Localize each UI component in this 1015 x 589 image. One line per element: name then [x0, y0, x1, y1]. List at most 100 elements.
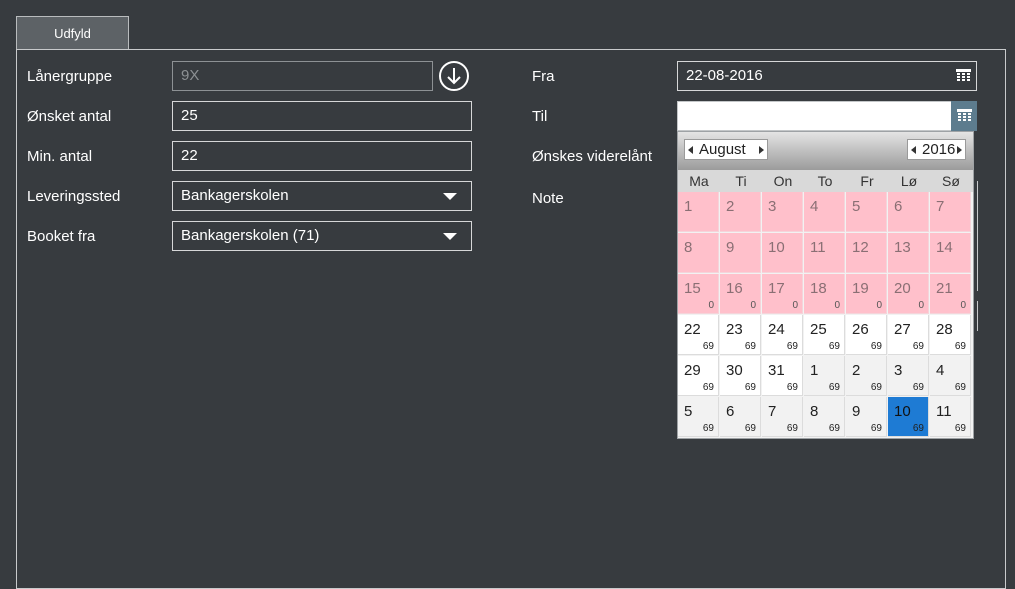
- calendar-day[interactable]: 24 69: [762, 315, 803, 355]
- download-button[interactable]: [439, 61, 469, 91]
- year-spinner[interactable]: 2016: [907, 139, 966, 160]
- calendar-day[interactable]: 14: [930, 233, 971, 273]
- day-number: 2: [852, 362, 861, 379]
- onsket-antal-label: Ønsket antal: [27, 108, 112, 125]
- weekday-label: Ti: [735, 173, 747, 189]
- min-antal-input[interactable]: 22: [172, 141, 472, 171]
- calendar-day[interactable]: 21 0: [930, 274, 971, 314]
- calendar-day[interactable]: 10: [762, 233, 803, 273]
- calendar-day[interactable]: 31 69: [762, 356, 803, 396]
- calendar-day[interactable]: 3: [762, 192, 803, 232]
- previous-year-icon[interactable]: [911, 146, 916, 154]
- calendar-day[interactable]: 27 69: [888, 315, 929, 355]
- fra-date-value: 22-08-2016: [686, 67, 763, 84]
- calendar-day[interactable]: 4 69: [930, 356, 971, 396]
- day-number: 15: [684, 280, 701, 297]
- calendar-day[interactable]: 7 69: [762, 397, 803, 437]
- tab-udfyld[interactable]: Udfyld: [16, 16, 129, 49]
- day-number: 9: [852, 403, 861, 420]
- day-availability-count: 0: [876, 300, 882, 311]
- booket-fra-select[interactable]: Bankagerskolen (71): [172, 221, 472, 251]
- field-edge[interactable]: [976, 301, 978, 331]
- min-antal-label: Min. antal: [27, 148, 93, 165]
- calendar-day-selected[interactable]: 10 69: [888, 397, 929, 437]
- chevron-down-icon: [443, 193, 457, 200]
- calendar-day[interactable]: 8 69: [804, 397, 845, 437]
- calendar-day[interactable]: 9 69: [846, 397, 887, 437]
- day-number: 8: [810, 403, 819, 420]
- calendar-day[interactable]: 11 69: [930, 397, 971, 437]
- fra-label: Fra: [532, 68, 555, 85]
- calendar-day[interactable]: 26 69: [846, 315, 887, 355]
- day-number: 13: [894, 239, 911, 256]
- day-number: 10: [768, 239, 785, 256]
- day-availability-count: 69: [702, 341, 714, 352]
- til-date-input[interactable]: [677, 101, 952, 131]
- calendar-day[interactable]: 8: [678, 233, 719, 273]
- lanergruppe-field: 9X: [172, 61, 433, 91]
- fra-date-input[interactable]: 22-08-2016: [677, 61, 977, 91]
- calendar-day[interactable]: 15 0: [678, 274, 719, 314]
- calendar-day[interactable]: 2 69: [846, 356, 887, 396]
- calendar-day[interactable]: 5 69: [678, 397, 719, 437]
- calendar-day[interactable]: 13: [888, 233, 929, 273]
- day-availability-count: 0: [792, 300, 798, 311]
- calendar-day[interactable]: 6 69: [720, 397, 761, 437]
- calendar-day[interactable]: 1: [678, 192, 719, 232]
- day-number: 7: [936, 198, 945, 215]
- day-availability-count: 69: [828, 423, 840, 434]
- leveringssted-value: Bankagerskolen: [181, 187, 289, 204]
- calendar-day[interactable]: 3 69: [888, 356, 929, 396]
- note-textarea-edge[interactable]: [976, 181, 978, 291]
- day-number: 8: [684, 239, 693, 256]
- day-number: 24: [768, 321, 785, 338]
- day-number: 28: [936, 321, 953, 338]
- day-availability-count: 69: [786, 423, 798, 434]
- day-number: 4: [936, 362, 945, 379]
- day-availability-count: 69: [912, 341, 924, 352]
- calendar-day[interactable]: 7: [930, 192, 971, 232]
- lanergruppe-label: Lånergruppe: [27, 68, 113, 85]
- month-spinner[interactable]: August: [684, 139, 768, 160]
- calendar-day[interactable]: 25 69: [804, 315, 845, 355]
- calendar-day[interactable]: 22 69: [678, 315, 719, 355]
- day-availability-count: 69: [702, 423, 714, 434]
- calendar-day[interactable]: 20 0: [888, 274, 929, 314]
- day-number: 18: [810, 280, 827, 297]
- calendar-day[interactable]: 6: [888, 192, 929, 232]
- next-year-icon[interactable]: [957, 146, 962, 154]
- calendar-day[interactable]: 12: [846, 233, 887, 273]
- calendar-day[interactable]: 19 0: [846, 274, 887, 314]
- leveringssted-select[interactable]: Bankagerskolen: [172, 181, 472, 211]
- day-number: 10: [894, 403, 911, 420]
- previous-month-icon[interactable]: [688, 146, 693, 154]
- weekday-label: Sø: [942, 173, 960, 189]
- day-availability-count: 69: [828, 341, 840, 352]
- calendar-day[interactable]: 5: [846, 192, 887, 232]
- day-availability-count: 69: [870, 341, 882, 352]
- calendar-icon[interactable]: [956, 69, 971, 83]
- day-availability-count: 0: [708, 300, 714, 311]
- next-month-icon[interactable]: [759, 146, 764, 154]
- calendar-day[interactable]: 16 0: [720, 274, 761, 314]
- day-number: 1: [684, 198, 693, 215]
- calendar-day[interactable]: 17 0: [762, 274, 803, 314]
- day-availability-count: 0: [834, 300, 840, 311]
- day-number: 19: [852, 280, 869, 297]
- calendar-day[interactable]: 4: [804, 192, 845, 232]
- calendar-day[interactable]: 2: [720, 192, 761, 232]
- weekday-label: On: [773, 173, 793, 189]
- calendar-day[interactable]: 11: [804, 233, 845, 273]
- til-calendar-button[interactable]: [951, 101, 977, 131]
- calendar-day[interactable]: 18 0: [804, 274, 845, 314]
- onsket-antal-input[interactable]: 25: [172, 101, 472, 131]
- calendar-day[interactable]: 9: [720, 233, 761, 273]
- calendar-day[interactable]: 29 69: [678, 356, 719, 396]
- arrow-down-icon: [447, 68, 461, 85]
- calendar-day[interactable]: 28 69: [930, 315, 971, 355]
- calendar-day[interactable]: 30 69: [720, 356, 761, 396]
- calendar-day[interactable]: 23 69: [720, 315, 761, 355]
- month-label: August: [699, 141, 746, 158]
- calendar-day[interactable]: 1 69: [804, 356, 845, 396]
- day-availability-count: 69: [786, 382, 798, 393]
